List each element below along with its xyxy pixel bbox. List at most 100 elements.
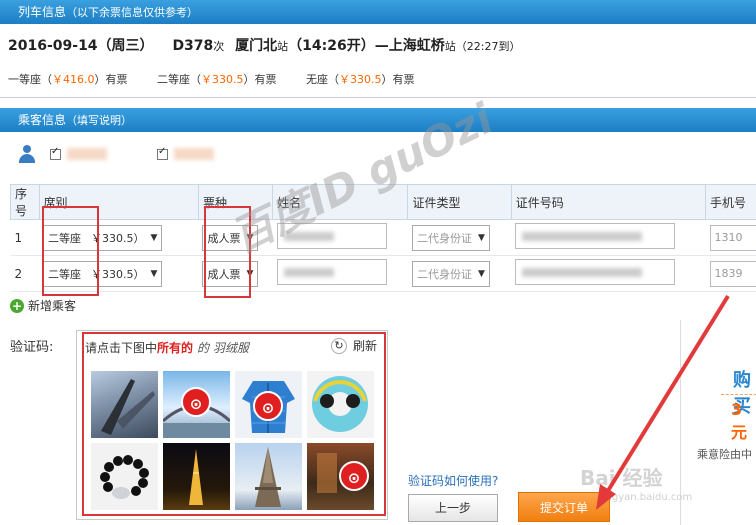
phone-value: 1310 bbox=[714, 230, 743, 244]
train-info-header: 列车信息（以下余票信息仅供参考） bbox=[0, 0, 756, 24]
captcha-tile-8[interactable]: ⊙ bbox=[307, 443, 374, 510]
col-index: 序号 bbox=[10, 184, 40, 220]
eiffel-tower-day-image bbox=[255, 447, 281, 507]
row-index: 2 bbox=[10, 255, 40, 292]
seat-name: 无座（ bbox=[306, 73, 339, 86]
ticket-value: 成人票 bbox=[207, 267, 241, 281]
id-type-value: 二代身份证 bbox=[416, 231, 472, 245]
captcha-tile-4[interactable] bbox=[307, 371, 374, 438]
saved-passengers bbox=[18, 145, 214, 163]
passenger-name-blurred bbox=[174, 148, 214, 160]
col-id-type: 证件类型 bbox=[407, 184, 512, 220]
name-blurred bbox=[283, 268, 334, 277]
id-type-select[interactable]: 二代身份证 ▼ bbox=[411, 224, 490, 251]
captcha-panel: 请点击下图中所有的的 羽绒服 ↻ 刷新 ⊙ ⊙ ⊙ bbox=[76, 330, 388, 520]
railway-logo-icon: ⊙ bbox=[253, 391, 283, 421]
captcha-tile-6[interactable] bbox=[163, 443, 230, 510]
seat-price: ￥416.0 bbox=[52, 73, 95, 86]
col-name: 姓名 bbox=[272, 184, 409, 220]
passenger-info-title: 乘客信息 bbox=[18, 113, 67, 127]
captcha-tile-5[interactable] bbox=[91, 443, 158, 510]
prev-step-button[interactable]: 上一步 bbox=[408, 494, 498, 522]
seat-name: 一等座（ bbox=[8, 73, 52, 86]
eiffel-tower-image bbox=[101, 379, 155, 435]
captcha-tile-1[interactable] bbox=[91, 371, 158, 438]
id-number-blurred bbox=[522, 268, 643, 277]
from-station-suffix: 站 bbox=[277, 40, 289, 53]
id-number-blurred bbox=[522, 232, 643, 241]
id-type-select[interactable]: 二代身份证 ▼ bbox=[411, 260, 490, 287]
col-ticket: 票种 bbox=[197, 184, 274, 220]
id-number-field[interactable] bbox=[515, 259, 676, 285]
add-passenger-label: 新增乘客 bbox=[28, 299, 77, 313]
divider bbox=[0, 97, 756, 98]
plus-icon: + bbox=[10, 298, 24, 313]
ticket-type-select[interactable]: 成人票 ▼ bbox=[202, 260, 259, 287]
captcha-tile-3[interactable]: ⊙ bbox=[235, 371, 302, 438]
submit-order-button[interactable]: 提交订单 bbox=[518, 492, 610, 522]
ticket-type-select[interactable]: 成人票 ▼ bbox=[202, 224, 259, 251]
arrive-time: （22:27到） bbox=[455, 40, 521, 53]
col-id-number: 证件号码 bbox=[510, 184, 707, 220]
swim-ring-image bbox=[312, 376, 368, 432]
captcha-tile-7[interactable] bbox=[235, 443, 302, 510]
seat-availability: 一等座（￥416.0）有票 二等座（￥330.5）有票 无座（￥330.5）有票 bbox=[8, 71, 441, 87]
name-field[interactable] bbox=[276, 259, 387, 285]
captcha-tile-2[interactable]: ⊙ bbox=[163, 371, 230, 438]
phone-field[interactable]: 1839 bbox=[709, 260, 756, 287]
chevron-down-icon: ▼ bbox=[150, 268, 158, 279]
fill-instructions-link[interactable]: （填写说明） bbox=[66, 114, 132, 127]
passenger-checkbox-2[interactable] bbox=[157, 146, 168, 160]
passenger-info-header: 乘客信息（填写说明） bbox=[0, 108, 756, 132]
passenger-table: 序号 席别 票种 姓名 证件类型 证件号码 手机号 1 二等座 ￥330.5） ▼ … bbox=[10, 184, 756, 292]
train-info-title: 列车信息 bbox=[18, 5, 67, 19]
refresh-icon: ↻ bbox=[330, 337, 347, 354]
captcha-label: 验证码: bbox=[10, 340, 54, 355]
seat-select[interactable]: 二等座 ￥330.5） ▼ bbox=[43, 224, 163, 251]
eiffel-tower-night-image bbox=[189, 449, 203, 505]
to-station: 上海虹桥 bbox=[388, 38, 445, 54]
seat-price-value: ￥330.5） bbox=[91, 267, 145, 281]
id-number-field[interactable] bbox=[515, 223, 676, 249]
col-seat: 席别 bbox=[38, 184, 199, 220]
chevron-down-icon: ▼ bbox=[246, 268, 254, 279]
seat-value: 二等座 bbox=[48, 231, 82, 245]
seat-select[interactable]: 二等座 ￥330.5） ▼ bbox=[43, 260, 163, 287]
to-station-suffix: 站 bbox=[444, 40, 456, 53]
phone-field[interactable]: 1310 bbox=[709, 224, 756, 251]
col-phone: 手机号 bbox=[705, 184, 756, 220]
refresh-label: 刷新 bbox=[352, 339, 377, 353]
seat-value: 二等座 bbox=[48, 267, 82, 281]
seat-price: ￥330.5 bbox=[201, 73, 244, 86]
table-header: 序号 席别 票种 姓名 证件类型 证件号码 手机号 bbox=[10, 184, 756, 220]
from-station: 厦门北 bbox=[235, 38, 278, 54]
depart-time: （14:26开）— bbox=[288, 38, 389, 54]
train-info-note: （以下余票信息仅供参考） bbox=[66, 6, 199, 19]
prompt-emphasis: 所有的 bbox=[157, 341, 194, 355]
seat-name: 二等座（ bbox=[157, 73, 201, 86]
train-summary: 2016-09-14（周三） D378次 厦门北站（14:26开）—上海虹桥站（… bbox=[8, 35, 520, 55]
seat-status: ）有票 bbox=[94, 73, 128, 86]
insurance-panel: 购买 3元 乘意险由中 bbox=[680, 320, 756, 525]
railway-logo-icon: ⊙ bbox=[181, 387, 211, 417]
chevron-down-icon: ▼ bbox=[150, 232, 158, 243]
travel-date: 2016-09-14（周三） bbox=[8, 38, 154, 54]
seat-item-second: 二等座（￥330.5）有票 bbox=[157, 73, 277, 86]
captcha-prompt: 请点击下图中所有的的 羽绒服 bbox=[85, 339, 249, 356]
seat-price: ￥330.5 bbox=[339, 73, 382, 86]
seat-status: ）有票 bbox=[243, 73, 277, 86]
chevron-down-icon: ▼ bbox=[246, 232, 254, 243]
seat-price-value: ￥330.5） bbox=[91, 231, 145, 245]
add-passenger-button[interactable]: + 新增乘客 bbox=[10, 297, 76, 314]
passenger-checkbox-1[interactable] bbox=[50, 146, 61, 160]
row-index: 1 bbox=[10, 219, 40, 256]
baidu-watermark: Bai 经验 bbox=[580, 466, 663, 490]
railway-logo-icon: ⊙ bbox=[339, 461, 369, 491]
ticket-value: 成人票 bbox=[207, 231, 241, 245]
captcha-help-link[interactable]: 验证码如何使用? bbox=[408, 472, 498, 489]
passenger-name-blurred bbox=[67, 148, 107, 160]
chevron-down-icon: ▼ bbox=[477, 232, 485, 243]
name-field[interactable] bbox=[276, 223, 387, 249]
prompt-text: 请点击下图中 bbox=[85, 341, 158, 355]
refresh-button[interactable]: ↻ 刷新 bbox=[330, 337, 377, 354]
